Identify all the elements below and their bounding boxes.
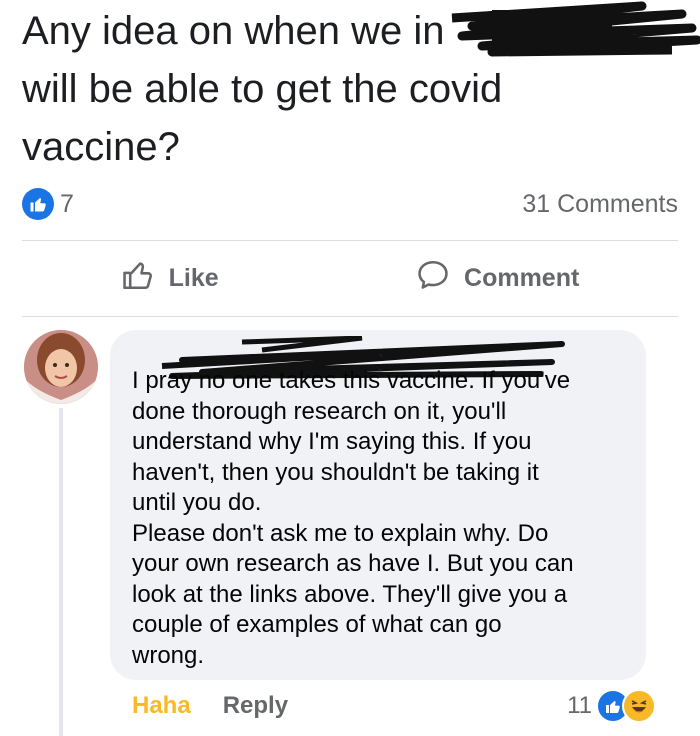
comments-count[interactable]: 31 Comments — [522, 190, 678, 219]
haha-link[interactable]: Haha — [132, 692, 191, 720]
reaction-icons — [596, 689, 656, 723]
comment-bubble: I pray no one takes this vaccine. If you… — [110, 330, 646, 680]
like-badge-icon — [22, 188, 54, 220]
like-button[interactable]: Like — [121, 258, 219, 299]
thumbs-up-icon — [121, 258, 155, 299]
post-stats: 7 31 Comments — [22, 186, 678, 222]
divider — [22, 240, 678, 241]
comment-actions: Haha Reply 11 — [132, 686, 656, 726]
like-summary[interactable]: 7 — [22, 188, 74, 220]
like-label: Like — [168, 263, 219, 292]
thread-line — [59, 408, 63, 736]
reaction-count: 11 — [567, 692, 592, 719]
action-bar: Like Comment — [22, 242, 678, 314]
redaction-scribble — [451, 1, 700, 57]
haha-reaction-icon — [622, 689, 656, 723]
reaction-summary[interactable]: 11 — [567, 689, 656, 723]
comment-icon — [416, 258, 450, 299]
comment-button[interactable]: Comment — [416, 258, 579, 299]
avatar[interactable] — [24, 330, 98, 404]
divider — [22, 316, 678, 317]
reply-link[interactable]: Reply — [223, 692, 288, 720]
like-count: 7 — [60, 189, 74, 218]
comment-text: I pray no one takes this vaccine. If you… — [132, 367, 574, 669]
comment-label: Comment — [464, 263, 580, 292]
